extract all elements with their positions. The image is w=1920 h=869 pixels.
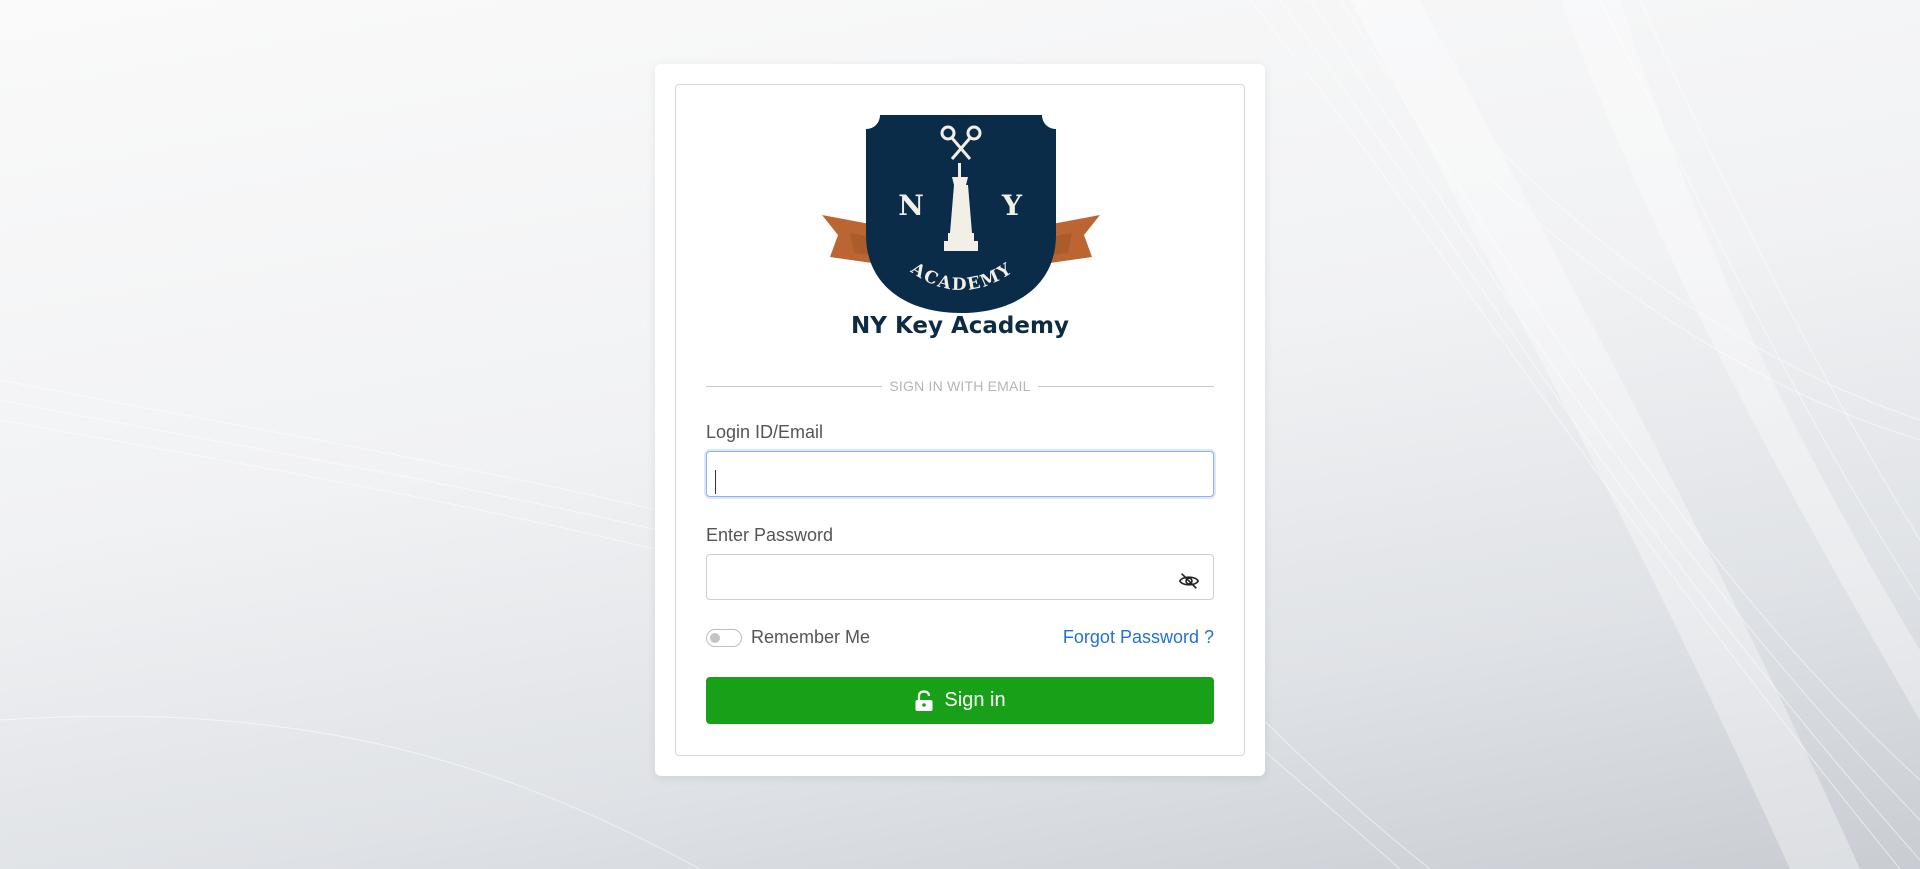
school-name: NY Key Academy	[851, 313, 1069, 339]
remember-me-label[interactable]: Remember Me	[751, 627, 870, 648]
login-label: Login ID/Email	[706, 422, 824, 442]
password-input[interactable]	[706, 554, 1214, 600]
remember-me-toggle[interactable]	[706, 629, 742, 647]
eye-slash-icon[interactable]	[1178, 570, 1200, 592]
logo-letter-n: N	[898, 189, 924, 222]
sign-in-divider: SIGN IN WITH EMAIL	[706, 376, 1214, 396]
divider-text: SIGN IN WITH EMAIL	[889, 378, 1031, 394]
login-card: N Y ACADEMY NY Key Academy SIGN IN WITH …	[655, 64, 1265, 776]
sign-in-label: Sign in	[944, 689, 1006, 711]
logo-letter-y: Y	[1001, 189, 1023, 222]
password-label: Enter Password	[706, 525, 834, 545]
unlock-icon	[915, 689, 933, 711]
login-card-inner: N Y ACADEMY NY Key Academy SIGN IN WITH …	[675, 84, 1245, 756]
divider-line-right	[1037, 385, 1214, 387]
sign-in-button[interactable]: Sign in	[706, 677, 1214, 724]
school-logo: N Y ACADEMY	[822, 115, 1100, 313]
text-caret	[715, 470, 716, 494]
forgot-password-link[interactable]: Forgot Password ?	[1063, 627, 1214, 648]
divider-line-left	[706, 385, 883, 387]
toggle-knob	[710, 633, 720, 643]
login-email-input[interactable]	[706, 451, 1214, 497]
